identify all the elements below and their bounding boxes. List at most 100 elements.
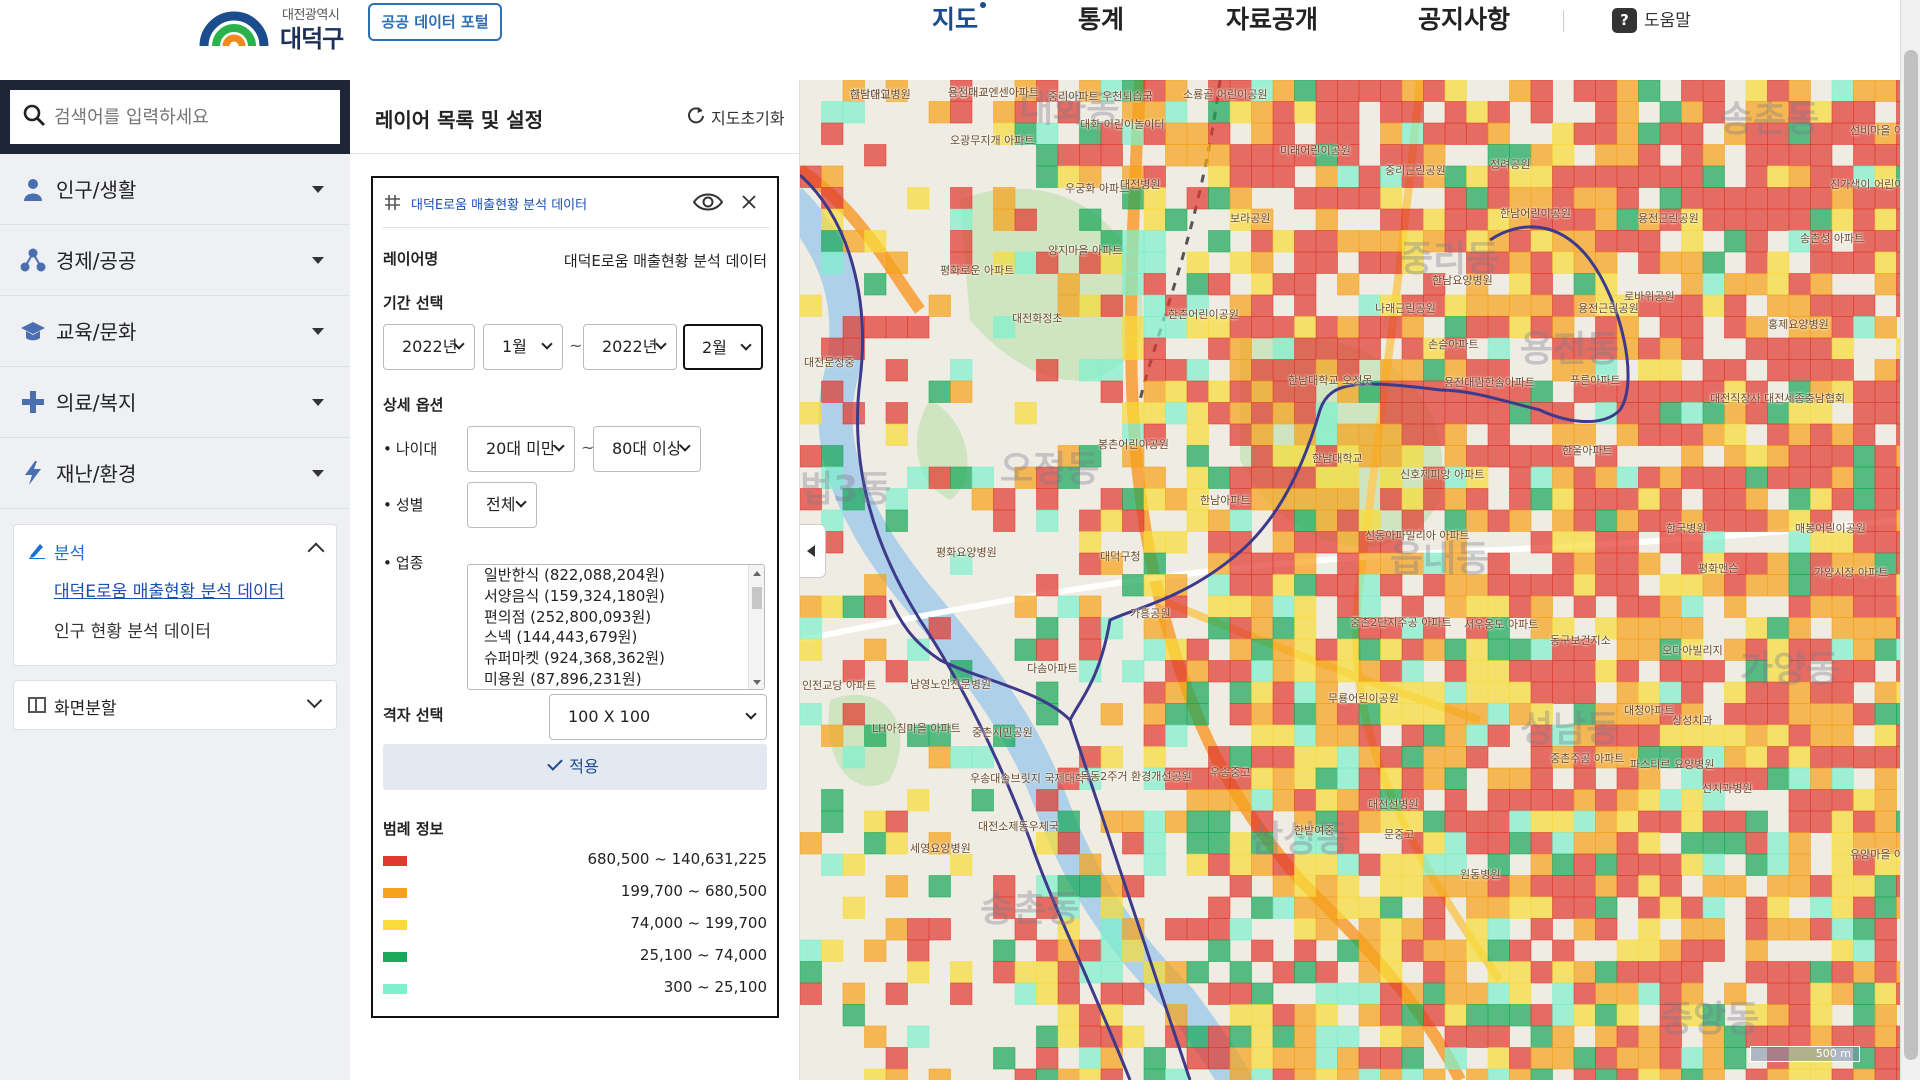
grid-cell[interactable]	[1702, 1068, 1725, 1080]
grid-cell[interactable]	[1251, 445, 1274, 468]
grid-cell[interactable]	[1401, 875, 1424, 898]
grid-cell[interactable]	[1165, 122, 1188, 145]
grid-cell[interactable]	[1552, 1004, 1575, 1027]
grid-cell[interactable]	[1143, 574, 1166, 597]
grid-cell[interactable]	[1272, 402, 1295, 425]
grid-cell[interactable]	[1057, 982, 1080, 1005]
grid-cell[interactable]	[1272, 595, 1295, 618]
category-economy[interactable]: 경제/공공	[0, 225, 350, 296]
grid-cell[interactable]	[1036, 982, 1059, 1005]
grid-cell[interactable]	[1208, 810, 1231, 833]
grid-cell[interactable]	[1530, 445, 1553, 468]
grid-cell[interactable]	[1143, 466, 1166, 489]
grid-cell[interactable]	[1315, 1068, 1338, 1080]
grid-cell[interactable]	[821, 101, 844, 124]
chevron-up-icon[interactable]	[307, 542, 325, 560]
grid-cell[interactable]	[1208, 982, 1231, 1005]
grid-cell[interactable]	[1788, 875, 1811, 898]
grid-cell[interactable]	[1702, 810, 1725, 833]
grid-cell[interactable]	[1229, 144, 1252, 167]
grid-cell[interactable]	[1595, 122, 1618, 145]
grid-cell[interactable]	[1767, 165, 1790, 188]
grid-cell[interactable]	[1702, 466, 1725, 489]
grid-cell[interactable]	[950, 359, 973, 382]
grid-cell[interactable]	[1229, 1025, 1252, 1048]
grid-cell[interactable]	[1208, 595, 1231, 618]
grid-cell[interactable]	[1767, 961, 1790, 984]
grid-cell[interactable]	[1401, 918, 1424, 941]
grid-cell[interactable]	[1380, 875, 1403, 898]
grid-cell[interactable]	[1831, 445, 1854, 468]
grid-cell[interactable]	[1487, 789, 1510, 812]
grid-cell[interactable]	[1702, 423, 1725, 446]
grid-cell[interactable]	[1315, 208, 1338, 231]
grid-cell[interactable]	[1294, 724, 1317, 747]
grid-cell[interactable]	[1724, 703, 1747, 726]
grid-cell[interactable]	[885, 660, 908, 683]
grid-cell[interactable]	[1509, 638, 1532, 661]
grid-cell[interactable]	[1315, 187, 1338, 210]
grid-cell[interactable]	[1423, 638, 1446, 661]
grid-cell[interactable]	[1552, 853, 1575, 876]
grid-cell[interactable]	[1423, 724, 1446, 747]
grid-cell[interactable]	[1294, 681, 1317, 704]
grid-cell[interactable]	[1616, 80, 1639, 102]
grid-cell[interactable]	[1616, 165, 1639, 188]
grid-cell[interactable]	[1616, 488, 1639, 511]
grid-cell[interactable]	[1358, 230, 1381, 253]
grid-cell[interactable]	[1143, 531, 1166, 554]
grid-cell[interactable]	[1573, 896, 1596, 919]
grid-cell[interactable]	[1638, 896, 1661, 919]
grid-cell[interactable]	[1573, 875, 1596, 898]
grid-cell[interactable]	[1272, 746, 1295, 769]
grid-cell[interactable]	[950, 208, 973, 231]
grid-cell[interactable]	[1810, 445, 1833, 468]
grid-cell[interactable]	[1229, 574, 1252, 597]
grid-cell[interactable]	[864, 273, 887, 296]
grid-cell[interactable]	[1530, 1047, 1553, 1070]
grid-cell[interactable]	[1337, 746, 1360, 769]
grid-cell[interactable]	[1315, 1025, 1338, 1048]
grid-cell[interactable]	[1380, 208, 1403, 231]
grid-cell[interactable]	[1294, 767, 1317, 790]
grid-cell[interactable]	[1767, 423, 1790, 446]
grid-cell[interactable]	[1810, 595, 1833, 618]
grid-cell[interactable]	[1100, 961, 1123, 984]
grid-cell[interactable]	[993, 939, 1016, 962]
grid-cell[interactable]	[1444, 724, 1467, 747]
grid-cell[interactable]	[1079, 1068, 1102, 1080]
grid-cell[interactable]	[1638, 1025, 1661, 1048]
grid-cell[interactable]	[1251, 724, 1274, 747]
grid-cell[interactable]	[1337, 1068, 1360, 1080]
grid-cell[interactable]	[1380, 961, 1403, 984]
grid-cell[interactable]	[950, 187, 973, 210]
grid-cell[interactable]	[1724, 445, 1747, 468]
grid-cell[interactable]	[1122, 810, 1145, 833]
grid-cell[interactable]	[1831, 423, 1854, 446]
grid-cell[interactable]	[1423, 982, 1446, 1005]
grid-cell[interactable]	[1509, 660, 1532, 683]
grid-cell[interactable]	[1036, 961, 1059, 984]
grid-cell[interactable]	[1294, 1025, 1317, 1048]
grid-cell[interactable]	[1853, 982, 1876, 1005]
grid-cell[interactable]	[1616, 789, 1639, 812]
grid-cell[interactable]	[1595, 789, 1618, 812]
category-education[interactable]: 교육/문화	[0, 296, 350, 367]
grid-cell[interactable]	[1358, 1047, 1381, 1070]
grid-cell[interactable]	[1810, 337, 1833, 360]
grid-cell[interactable]	[1165, 488, 1188, 511]
grid-cell[interactable]	[1358, 337, 1381, 360]
grid-cell[interactable]	[1358, 703, 1381, 726]
grid-cell[interactable]	[1788, 982, 1811, 1005]
grid-cell[interactable]	[1638, 80, 1661, 102]
grid-cell[interactable]	[1530, 466, 1553, 489]
grid-cell[interactable]	[1509, 875, 1532, 898]
grid-cell[interactable]	[1573, 961, 1596, 984]
grid-cell[interactable]	[1229, 509, 1252, 532]
grid-cell[interactable]	[1487, 402, 1510, 425]
grid-cell[interactable]	[1638, 144, 1661, 167]
grid-cell[interactable]	[1530, 80, 1553, 102]
listbox-scrollbar[interactable]	[748, 565, 764, 689]
grid-cell[interactable]	[1724, 187, 1747, 210]
grid-cell[interactable]	[885, 359, 908, 382]
